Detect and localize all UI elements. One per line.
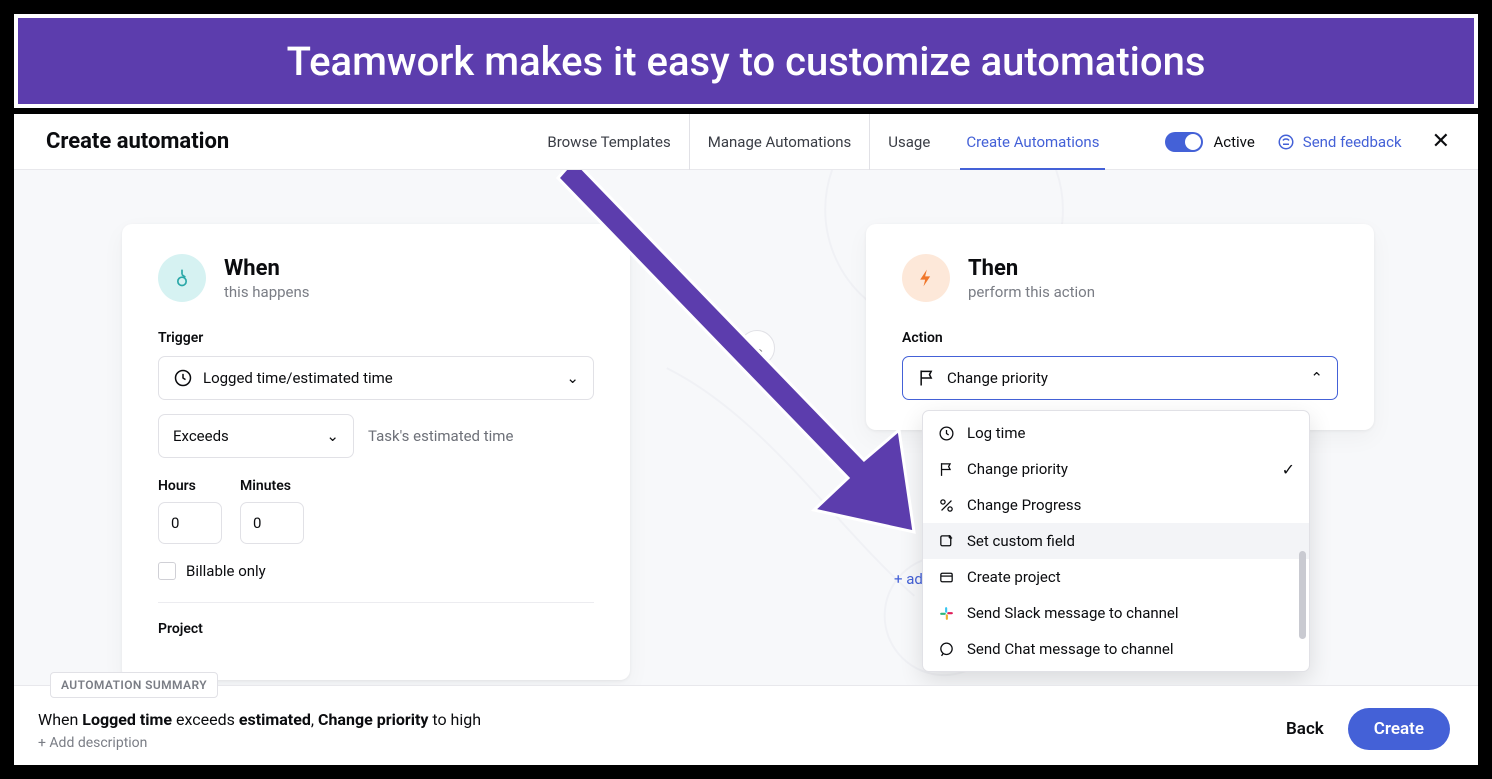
when-icon — [158, 254, 206, 302]
flag-icon — [937, 460, 955, 478]
option-change-progress[interactable]: Change Progress — [923, 487, 1309, 523]
option-create-project[interactable]: Create project — [923, 559, 1309, 595]
chat-icon — [937, 640, 955, 658]
create-button[interactable]: Create — [1348, 708, 1450, 750]
billable-checkbox[interactable] — [158, 562, 176, 580]
billable-checkbox-row[interactable]: Billable only — [158, 562, 594, 580]
condition-row: Exceeds ⌄ Task's estimated time — [158, 414, 594, 458]
billable-label: Billable only — [186, 562, 266, 580]
condition-select[interactable]: Exceeds ⌄ — [158, 414, 354, 458]
option-label: Create project — [967, 568, 1061, 586]
option-log-time[interactable]: Log time — [923, 415, 1309, 451]
back-button[interactable]: Back — [1286, 719, 1324, 739]
action-dropdown: Log time Change priority ✓ Change Progre… — [922, 410, 1310, 672]
app-header: Create automation Browse Templates Manag… — [14, 114, 1478, 170]
trigger-select[interactable]: Logged time/estimated time ⌄ — [158, 356, 594, 400]
then-subtitle: perform this action — [968, 283, 1095, 301]
custom-field-icon — [937, 532, 955, 550]
chevron-down-icon: ⌄ — [566, 369, 579, 387]
clock-icon — [937, 424, 955, 442]
condition-hint: Task's estimated time — [368, 427, 513, 445]
condition-value: Exceeds — [173, 427, 229, 445]
percent-icon — [937, 496, 955, 514]
tab-create-automations[interactable]: Create Automations — [948, 114, 1117, 170]
summary-badge: AUTOMATION SUMMARY — [50, 672, 218, 698]
close-button[interactable]: ✕ — [1424, 129, 1458, 154]
summary-line: When Logged time exceeds estimated, Chan… — [38, 710, 1454, 729]
send-feedback-label: Send feedback — [1303, 133, 1402, 151]
active-toggle-label: Active — [1213, 133, 1254, 151]
option-change-priority[interactable]: Change priority ✓ — [923, 451, 1309, 487]
time-inputs: Hours Minutes — [158, 478, 594, 544]
flow-connector-icon: → — [739, 330, 775, 366]
option-set-custom-field[interactable]: Set custom field — [923, 523, 1309, 559]
check-icon: ✓ — [1282, 460, 1295, 479]
tab-manage-automations[interactable]: Manage Automations — [689, 114, 871, 170]
footer: AUTOMATION SUMMARY When Logged time exce… — [14, 685, 1478, 765]
flag-icon — [917, 368, 937, 388]
tab-usage[interactable]: Usage — [870, 114, 948, 170]
feedback-icon — [1277, 133, 1295, 151]
hours-input[interactable] — [158, 502, 222, 544]
action-select[interactable]: Change priority ⌃ — [902, 356, 1338, 400]
when-subtitle: this happens — [224, 283, 310, 301]
trigger-label: Trigger — [158, 330, 594, 346]
automation-canvas: → When this happens Trigger Logged time/… — [14, 170, 1478, 685]
dropdown-scrollbar[interactable] — [1299, 551, 1306, 639]
project-icon — [937, 568, 955, 586]
chevron-up-icon: ⌃ — [1310, 369, 1323, 387]
option-label: Send Slack message to channel — [967, 604, 1179, 622]
clock-icon — [173, 368, 193, 388]
hours-label: Hours — [158, 478, 222, 494]
when-card: When this happens Trigger Logged time/es… — [122, 224, 630, 680]
action-label: Action — [902, 330, 1338, 346]
app-frame: Create automation Browse Templates Manag… — [14, 114, 1478, 765]
active-toggle-wrap: Active — [1165, 132, 1254, 152]
option-label: Log time — [967, 424, 1025, 442]
project-label: Project — [158, 621, 594, 637]
option-label: Set custom field — [967, 532, 1075, 550]
option-label: Change priority — [967, 460, 1068, 478]
add-description-link[interactable]: + Add description — [38, 735, 1454, 751]
option-chat-message[interactable]: Send Chat message to channel — [923, 631, 1309, 667]
trigger-value: Logged time/estimated time — [203, 369, 393, 387]
minutes-input[interactable] — [240, 502, 304, 544]
annotation-banner: Teamwork makes it easy to customize auto… — [14, 14, 1478, 108]
action-value: Change priority — [947, 369, 1048, 387]
page-title: Create automation — [34, 129, 229, 154]
then-card: Then perform this action Action Change p… — [866, 224, 1374, 430]
annotation-banner-text: Teamwork makes it easy to customize auto… — [287, 38, 1206, 85]
footer-actions: Back Create — [1286, 708, 1450, 750]
active-toggle[interactable] — [1165, 132, 1203, 152]
chevron-down-icon: ⌄ — [326, 427, 339, 445]
slack-icon — [937, 604, 955, 622]
option-label: Change Progress — [967, 496, 1081, 514]
option-slack-message[interactable]: Send Slack message to channel — [923, 595, 1309, 631]
send-feedback-link[interactable]: Send feedback — [1277, 133, 1402, 151]
then-card-header: Then perform this action — [902, 254, 1338, 302]
option-label: Send Chat message to channel — [967, 640, 1173, 658]
header-right: Active Send feedback ✕ — [1165, 129, 1458, 154]
minutes-label: Minutes — [240, 478, 304, 494]
header-tabs: Browse Templates Manage Automations Usag… — [529, 114, 1117, 170]
divider — [158, 602, 594, 603]
when-card-header: When this happens — [158, 254, 594, 302]
tab-browse-templates[interactable]: Browse Templates — [529, 114, 688, 170]
when-title: When — [224, 256, 310, 281]
then-icon — [902, 254, 950, 302]
then-title: Then — [968, 256, 1095, 281]
